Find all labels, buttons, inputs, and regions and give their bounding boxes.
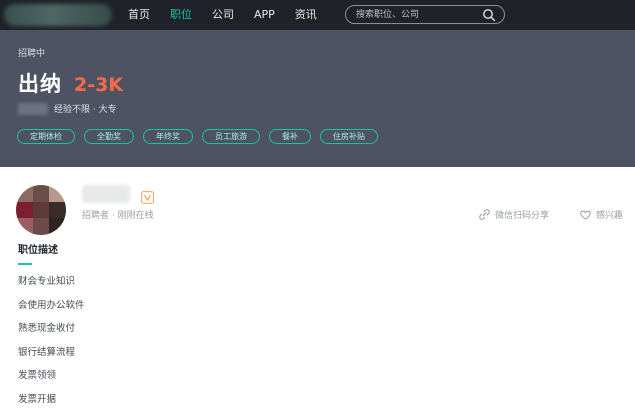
top-navbar: 首页 职位 公司 APP 资讯 bbox=[0, 0, 635, 30]
job-requirements: 经验不限 · 大专 bbox=[54, 102, 117, 115]
link-icon bbox=[479, 209, 490, 220]
job-requirements-row: 经验不限 · 大专 bbox=[18, 102, 117, 115]
list-item: 财会专业知识 bbox=[18, 276, 85, 300]
description-list: 财会专业知识 会使用办公软件 熟悉现金收付 银行结算流程 发票领领 发票开据 bbox=[18, 276, 85, 417]
job-status: 招聘中 bbox=[18, 46, 45, 59]
search-box bbox=[345, 5, 505, 24]
nav-item-companies[interactable]: 公司 bbox=[212, 0, 234, 30]
interest-label: 感兴趣 bbox=[596, 208, 623, 221]
benefit-tag: 定期体检 bbox=[17, 129, 75, 144]
nav-item-jobs[interactable]: 职位 bbox=[170, 0, 192, 30]
main-nav: 首页 职位 公司 APP 资讯 bbox=[128, 0, 337, 30]
location-redacted bbox=[18, 103, 48, 115]
list-item: 发票领领 bbox=[18, 370, 85, 394]
job-title-row: 出纳 2-3K bbox=[18, 68, 123, 98]
recruiter-meta: 招聘者 · 刚刚在线 bbox=[82, 208, 154, 221]
section-underline bbox=[18, 263, 32, 265]
share-button[interactable]: 微信扫码分享 bbox=[479, 208, 549, 221]
search-input[interactable] bbox=[356, 6, 474, 23]
interest-button[interactable]: 感兴趣 bbox=[580, 208, 623, 221]
search-icon[interactable] bbox=[482, 8, 496, 22]
nav-item-news[interactable]: 资讯 bbox=[295, 0, 317, 30]
job-title: 出纳 bbox=[18, 68, 62, 98]
description-section: 职位描述 bbox=[18, 241, 58, 265]
list-item: 发票开据 bbox=[18, 394, 85, 417]
benefit-tag: 餐补 bbox=[269, 129, 311, 144]
site-logo[interactable] bbox=[4, 4, 112, 26]
nav-item-home[interactable]: 首页 bbox=[128, 0, 150, 30]
share-label: 微信扫码分享 bbox=[495, 208, 549, 221]
benefit-tag: 员工旅游 bbox=[202, 129, 260, 144]
vip-badge-icon bbox=[141, 191, 154, 204]
list-item: 熟悉现金收付 bbox=[18, 323, 85, 347]
section-title: 职位描述 bbox=[18, 241, 58, 256]
heart-icon bbox=[580, 210, 591, 220]
benefit-tags: 定期体检 全勤奖 年终奖 员工旅游 餐补 住房补贴 bbox=[17, 129, 387, 144]
benefit-tag: 住房补贴 bbox=[320, 129, 378, 144]
job-header: 招聘中 出纳 2-3K 经验不限 · 大专 定期体检 全勤奖 年终奖 员工旅游 … bbox=[0, 30, 635, 167]
benefit-tag: 年终奖 bbox=[143, 129, 193, 144]
list-item: 会使用办公软件 bbox=[18, 300, 85, 324]
benefit-tag: 全勤奖 bbox=[84, 129, 134, 144]
recruiter-card: 招聘者 · 刚刚在线 微信扫码分享 感兴趣 bbox=[0, 167, 635, 237]
avatar[interactable] bbox=[16, 185, 66, 235]
nav-item-app[interactable]: APP bbox=[254, 0, 275, 30]
list-item: 银行结算流程 bbox=[18, 347, 85, 371]
job-salary: 2-3K bbox=[74, 74, 123, 96]
recruiter-name-redacted bbox=[82, 185, 130, 203]
